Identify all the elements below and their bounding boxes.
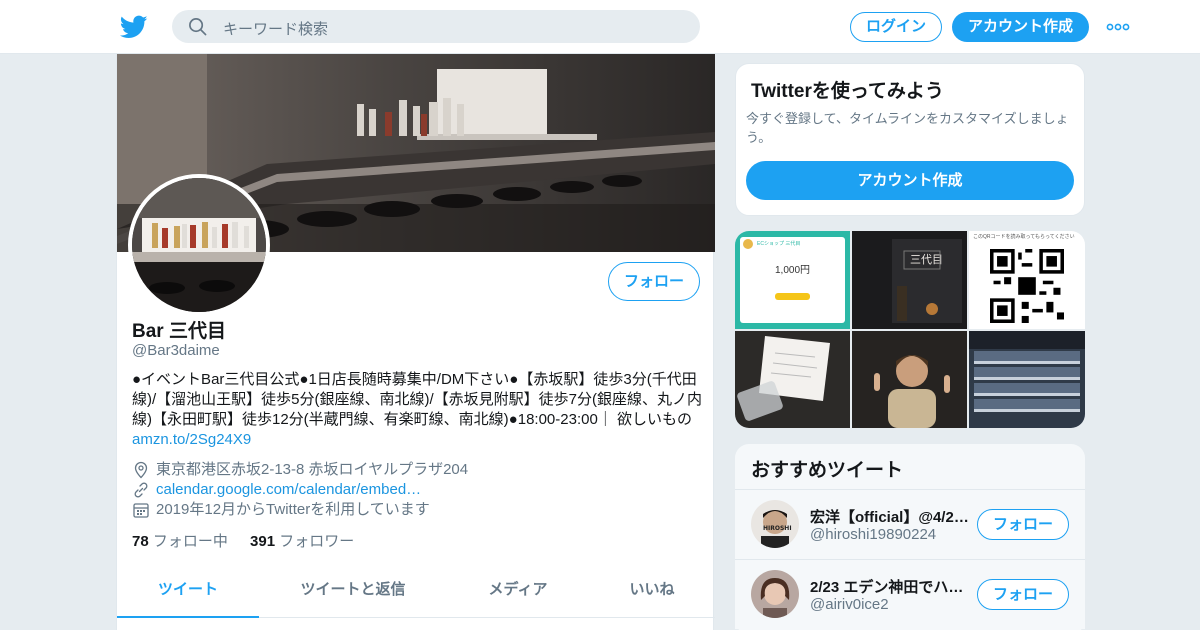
promo-title-text: ECショップ 三代目: [757, 241, 801, 247]
recommended-name[interactable]: 宏洋【official】@4/2…: [810, 506, 970, 527]
signup-prompt-description: 今すぐ登録して、タイムラインをカスタマイズしましょう。: [746, 111, 1069, 145]
tab-tweets[interactable]: ツイート: [117, 566, 259, 618]
recommended-name[interactable]: 2/23 エデン神田でハ…: [810, 576, 970, 597]
joined-text: 2019年12月からTwitterを利用しています: [156, 501, 430, 518]
profile-stats: 78 フォロー中 391 フォロワー: [132, 530, 354, 551]
followers-stat[interactable]: 391 フォロワー: [250, 533, 354, 550]
storefront-sign-text: 三代目: [910, 253, 943, 266]
recommended-handle: @hiroshi19890224: [810, 526, 937, 543]
following-stat[interactable]: 78 フォロー中: [132, 533, 228, 550]
recommended-account-row[interactable]: 2/23 エデン神田でハ… @airiv0ice2 フォロー: [735, 559, 1085, 629]
bio-link[interactable]: amzn.to/2Sg24X9: [132, 431, 251, 448]
search-bar[interactable]: キーワード検索: [172, 10, 700, 43]
promo-amount-text: 1,000円: [774, 265, 811, 276]
following-count: 78: [132, 533, 149, 550]
location-text: 東京都港区赤坂2-13-8 赤坂ロイヤルプラザ204: [156, 461, 469, 478]
profile-bio: ●イベントBar三代目公式●1日店長随時募集中/DM下さい●【赤坂駅】徒歩3分(…: [132, 370, 702, 450]
more-options-icon[interactable]: [1106, 20, 1130, 34]
recommended-avatar[interactable]: [751, 570, 799, 618]
qr-caption-text: このQRコードを読み取ってもらってください: [973, 234, 1075, 240]
search-input[interactable]: キーワード検索: [223, 18, 328, 39]
top-navigation-bar: キーワード検索 ログイン アカウント作成: [0, 0, 1200, 54]
profile-panel: フォロー Bar 三代目 @Bar3daime ●イベントBar三代目公式●1日…: [116, 54, 715, 630]
tab-media[interactable]: メディア: [447, 566, 589, 618]
profile-url: calendar.google.com/calendar/embed…: [132, 480, 702, 500]
signup-prompt-button[interactable]: アカウント作成: [746, 161, 1074, 200]
bio-text: ●イベントBar三代目公式●1日店長随時募集中/DM下さい●【赤坂駅】徒歩3分(…: [132, 371, 703, 428]
search-icon: [189, 18, 207, 36]
media-thumb-promo[interactable]: ECショップ 三代目 1,000円: [735, 231, 850, 329]
profile-location: 東京都港区赤坂2-13-8 赤坂ロイヤルプラザ204: [132, 460, 702, 480]
tab-tweets-replies[interactable]: ツイートと返信: [282, 566, 424, 618]
followers-label: フォロワー: [279, 533, 355, 550]
avatar-overlay-text: HIROSHI: [763, 525, 792, 532]
tab-likes[interactable]: いいね: [587, 566, 717, 618]
location-pin-icon: [134, 461, 148, 479]
profile-tabs: ツイート ツイートと返信 メディア いいね: [117, 566, 715, 618]
signup-prompt-card: Twitterを使ってみよう 今すぐ登録して、タイムラインをカスタマイズしましょ…: [735, 63, 1085, 216]
media-thumb-qrcode[interactable]: このQRコードを読み取ってもらってください: [969, 231, 1085, 329]
link-icon: [134, 482, 148, 498]
media-thumb-glass[interactable]: [735, 331, 850, 428]
login-button[interactable]: ログイン: [850, 12, 942, 42]
profile-url-link[interactable]: calendar.google.com/calendar/embed…: [156, 481, 421, 498]
recommended-handle: @airiv0ice2: [810, 596, 889, 613]
recommended-title: おすすめツイート: [751, 460, 904, 481]
following-label: フォロー中: [152, 533, 228, 550]
media-thumb-person[interactable]: [852, 331, 967, 428]
twitter-logo-icon[interactable]: [120, 13, 148, 41]
follow-button[interactable]: フォロー: [608, 262, 700, 301]
profile-name: Bar 三代目: [132, 321, 226, 342]
signup-prompt-title: Twitterを使ってみよう: [751, 81, 944, 102]
qr-code-icon: [990, 249, 1064, 323]
profile-avatar[interactable]: [128, 174, 270, 316]
media-thumb-stacks[interactable]: [969, 331, 1085, 428]
media-thumb-storefront[interactable]: 三代目: [852, 231, 967, 329]
media-gallery: ECショップ 三代目 1,000円 三代目 このQRコードを読み取ってもらってく…: [735, 231, 1085, 428]
profile-handle[interactable]: @Bar3daime: [132, 342, 220, 359]
calendar-icon: [133, 503, 149, 518]
followers-count: 391: [250, 533, 276, 550]
recommended-accounts-card: おすすめツイート HIROSHI 宏洋【official】@4/2… @hiro…: [735, 444, 1085, 630]
recommended-follow-button[interactable]: フォロー: [977, 579, 1069, 610]
signup-button[interactable]: アカウント作成: [952, 12, 1089, 42]
profile-joined: 2019年12月からTwitterを利用しています: [132, 500, 702, 520]
recommended-avatar[interactable]: HIROSHI: [751, 500, 799, 548]
recommended-follow-button[interactable]: フォロー: [977, 509, 1069, 540]
recommended-account-row[interactable]: HIROSHI 宏洋【official】@4/2… @hiroshi198902…: [735, 489, 1085, 559]
